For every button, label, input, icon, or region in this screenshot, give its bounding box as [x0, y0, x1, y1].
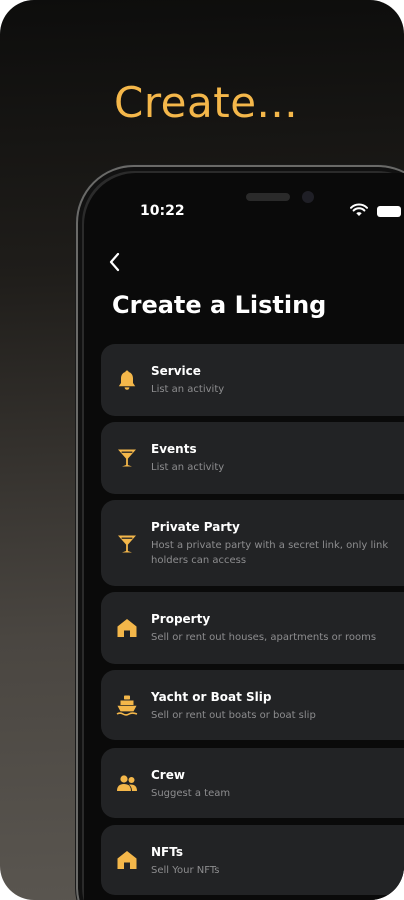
bell-icon	[118, 370, 136, 390]
list-item-description: List an activity	[151, 384, 225, 395]
phone-speaker	[246, 193, 290, 201]
list-item-description: Host a private party with a secret link,…	[151, 540, 389, 566]
list-item-events[interactable]: Events List an activity	[101, 422, 404, 494]
list-item-service[interactable]: Service List an activity	[101, 344, 404, 416]
house-icon	[117, 851, 137, 869]
battery-icon	[377, 206, 401, 217]
list-item-nfts[interactable]: NFTs Sell Your NFTs	[101, 825, 404, 895]
team-icon	[117, 775, 137, 791]
list-item-description: List an activity	[151, 462, 225, 473]
wifi-icon	[350, 203, 368, 216]
list-item-description: Sell or rent out houses, apartments or r…	[151, 632, 377, 643]
list-item-yacht-or-boat-slip[interactable]: Yacht or Boat Slip Sell or rent out boat…	[101, 670, 404, 740]
list-item-title: Events	[151, 442, 197, 456]
cocktail-glass-icon	[118, 535, 136, 553]
promo-headline: Create...	[114, 78, 299, 127]
list-item-title: Crew	[151, 768, 185, 782]
phone-screen: 10:22 Create a Listing Service List an a…	[84, 173, 404, 900]
phone-frame: 10:22 Create a Listing Service List an a…	[76, 165, 404, 900]
boat-icon	[116, 695, 138, 716]
house-icon	[117, 619, 137, 637]
promo-card: Create... 10:22 Create a Listing Service…	[0, 0, 404, 900]
list-item-description: Suggest a team	[151, 788, 231, 799]
list-item-description: Sell or rent out boats or boat slip	[151, 710, 316, 721]
page-title: Create a Listing	[112, 291, 327, 319]
list-item-title: Yacht or Boat Slip	[151, 690, 272, 704]
list-item-title: NFTs	[151, 845, 183, 859]
list-item-private-party[interactable]: Private Party Host a private party with …	[101, 500, 404, 586]
list-item-crew[interactable]: Crew Suggest a team	[101, 748, 404, 818]
list-item-property[interactable]: Property Sell or rent out houses, apartm…	[101, 592, 404, 664]
list-item-title: Service	[151, 364, 201, 378]
list-item-title: Property	[151, 612, 211, 626]
list-item-description: Sell Your NFTs	[151, 865, 220, 876]
phone-camera	[302, 191, 314, 203]
back-chevron-icon[interactable]	[104, 249, 126, 275]
list-item-title: Private Party	[151, 520, 240, 534]
status-time: 10:22	[140, 203, 185, 219]
cocktail-glass-icon	[118, 449, 136, 467]
